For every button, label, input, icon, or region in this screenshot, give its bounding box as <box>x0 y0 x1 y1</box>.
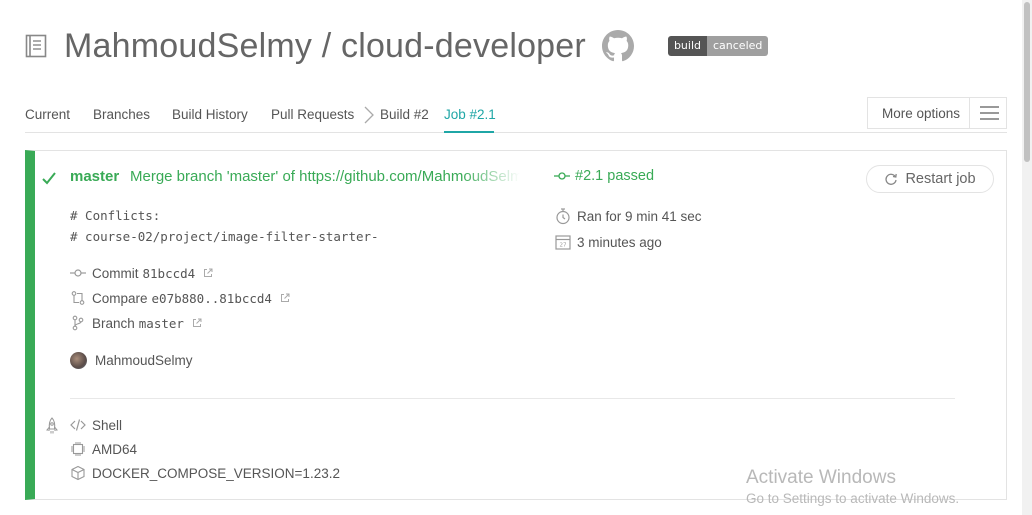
conflicts-line-2: # course-02/project/image-filter-starter… <box>70 229 379 244</box>
language-text: Shell <box>92 417 123 433</box>
watermark-subtitle: Go to Settings to activate Windows. <box>746 491 960 506</box>
rocket-icon <box>46 417 58 434</box>
repo-title[interactable]: MahmoudSelmy / cloud-developer <box>64 27 586 66</box>
cpu-chip-icon <box>71 442 85 456</box>
restart-job-label: Restart job <box>905 171 976 187</box>
svg-text:27: 27 <box>560 243 567 249</box>
branch-icon <box>72 315 84 331</box>
active-tab-indicator <box>444 131 494 133</box>
commit-label: Commit <box>92 265 139 281</box>
finished-text: 3 minutes ago <box>577 234 662 250</box>
tab-pull-requests[interactable]: Pull Requests <box>271 107 354 122</box>
external-link-icon[interactable] <box>203 268 213 278</box>
compare-icon <box>71 291 85 305</box>
activate-windows-watermark: Activate Windows Go to Settings to activ… <box>746 467 959 506</box>
hamburger-menu-icon[interactable] <box>970 98 1006 128</box>
commit-row: Commit 81bccd4 <box>70 265 213 281</box>
section-divider <box>70 398 955 399</box>
more-options-menu[interactable]: More options <box>867 97 1007 129</box>
env-var-text: DOCKER_COMPOSE_VERSION=1.23.2 <box>92 465 340 481</box>
arch-text: AMD64 <box>92 441 138 457</box>
branch-row: Branch master <box>70 315 202 331</box>
branch-link[interactable]: master <box>139 316 184 331</box>
finished-row: 27 3 minutes ago <box>554 233 662 251</box>
compare-range-link[interactable]: e07b880..81bccd4 <box>152 291 272 306</box>
breadcrumb-chevron-icon <box>364 106 374 124</box>
conflicts-line-1: # Conflicts: <box>70 208 161 223</box>
tab-current[interactable]: Current <box>25 107 70 122</box>
author-avatar <box>70 352 87 369</box>
external-link-icon[interactable] <box>192 318 202 328</box>
language-row: Shell <box>70 417 122 433</box>
job-branch-name[interactable]: master <box>70 168 119 185</box>
restart-icon <box>885 173 898 185</box>
job-tabs: Current Branches Build History Pull Requ… <box>25 97 1007 133</box>
compare-row: Compare e07b880..81bccd4 <box>70 290 290 306</box>
build-status-badge[interactable]: build canceled <box>667 36 769 56</box>
compare-label: Compare <box>92 290 148 306</box>
package-icon <box>71 465 85 481</box>
branch-label: Branch <box>92 315 135 331</box>
scrollbar-thumb[interactable] <box>1024 2 1030 162</box>
more-options-button[interactable]: More options <box>868 106 969 121</box>
passed-check-icon <box>42 172 56 185</box>
duration-text: Ran for 9 min 41 sec <box>577 208 702 224</box>
arch-row: AMD64 <box>70 441 137 457</box>
env-var-row: DOCKER_COMPOSE_VERSION=1.23.2 <box>70 465 340 481</box>
external-link-icon[interactable] <box>280 293 290 303</box>
stopwatch-icon <box>556 208 570 225</box>
page-scrollbar[interactable] <box>1022 0 1032 515</box>
github-icon[interactable] <box>601 30 634 62</box>
job-status-text: #2.1 passed <box>575 168 655 184</box>
job-panel: master Merge branch 'master' of https://… <box>25 150 1007 500</box>
commit-body: # Conflicts: # course-02/project/image-f… <box>70 205 379 247</box>
commit-node-icon <box>554 172 570 180</box>
commit-icon <box>70 269 86 277</box>
author-row: MahmoudSelmy <box>70 352 193 369</box>
repo-book-icon <box>25 34 47 58</box>
restart-job-button[interactable]: Restart job <box>866 165 994 193</box>
watermark-title: Activate Windows <box>746 467 896 488</box>
badge-value: canceled <box>707 36 769 56</box>
tab-job[interactable]: Job #2.1 <box>444 107 496 122</box>
repo-header: MahmoudSelmy / cloud-developer build can… <box>25 24 769 68</box>
tab-branches[interactable]: Branches <box>93 107 150 122</box>
duration-row: Ran for 9 min 41 sec <box>554 207 702 225</box>
calendar-icon: 27 <box>555 235 571 250</box>
badge-label: build <box>667 36 707 56</box>
tab-build[interactable]: Build #2 <box>380 107 429 122</box>
commit-message: Merge branch 'master' of https://github.… <box>130 168 520 185</box>
commit-sha-link[interactable]: 81bccd4 <box>143 266 196 281</box>
code-icon <box>70 419 86 431</box>
job-status[interactable]: #2.1 passed <box>554 168 654 184</box>
author-name: MahmoudSelmy <box>95 353 193 368</box>
tab-build-history[interactable]: Build History <box>172 107 248 122</box>
